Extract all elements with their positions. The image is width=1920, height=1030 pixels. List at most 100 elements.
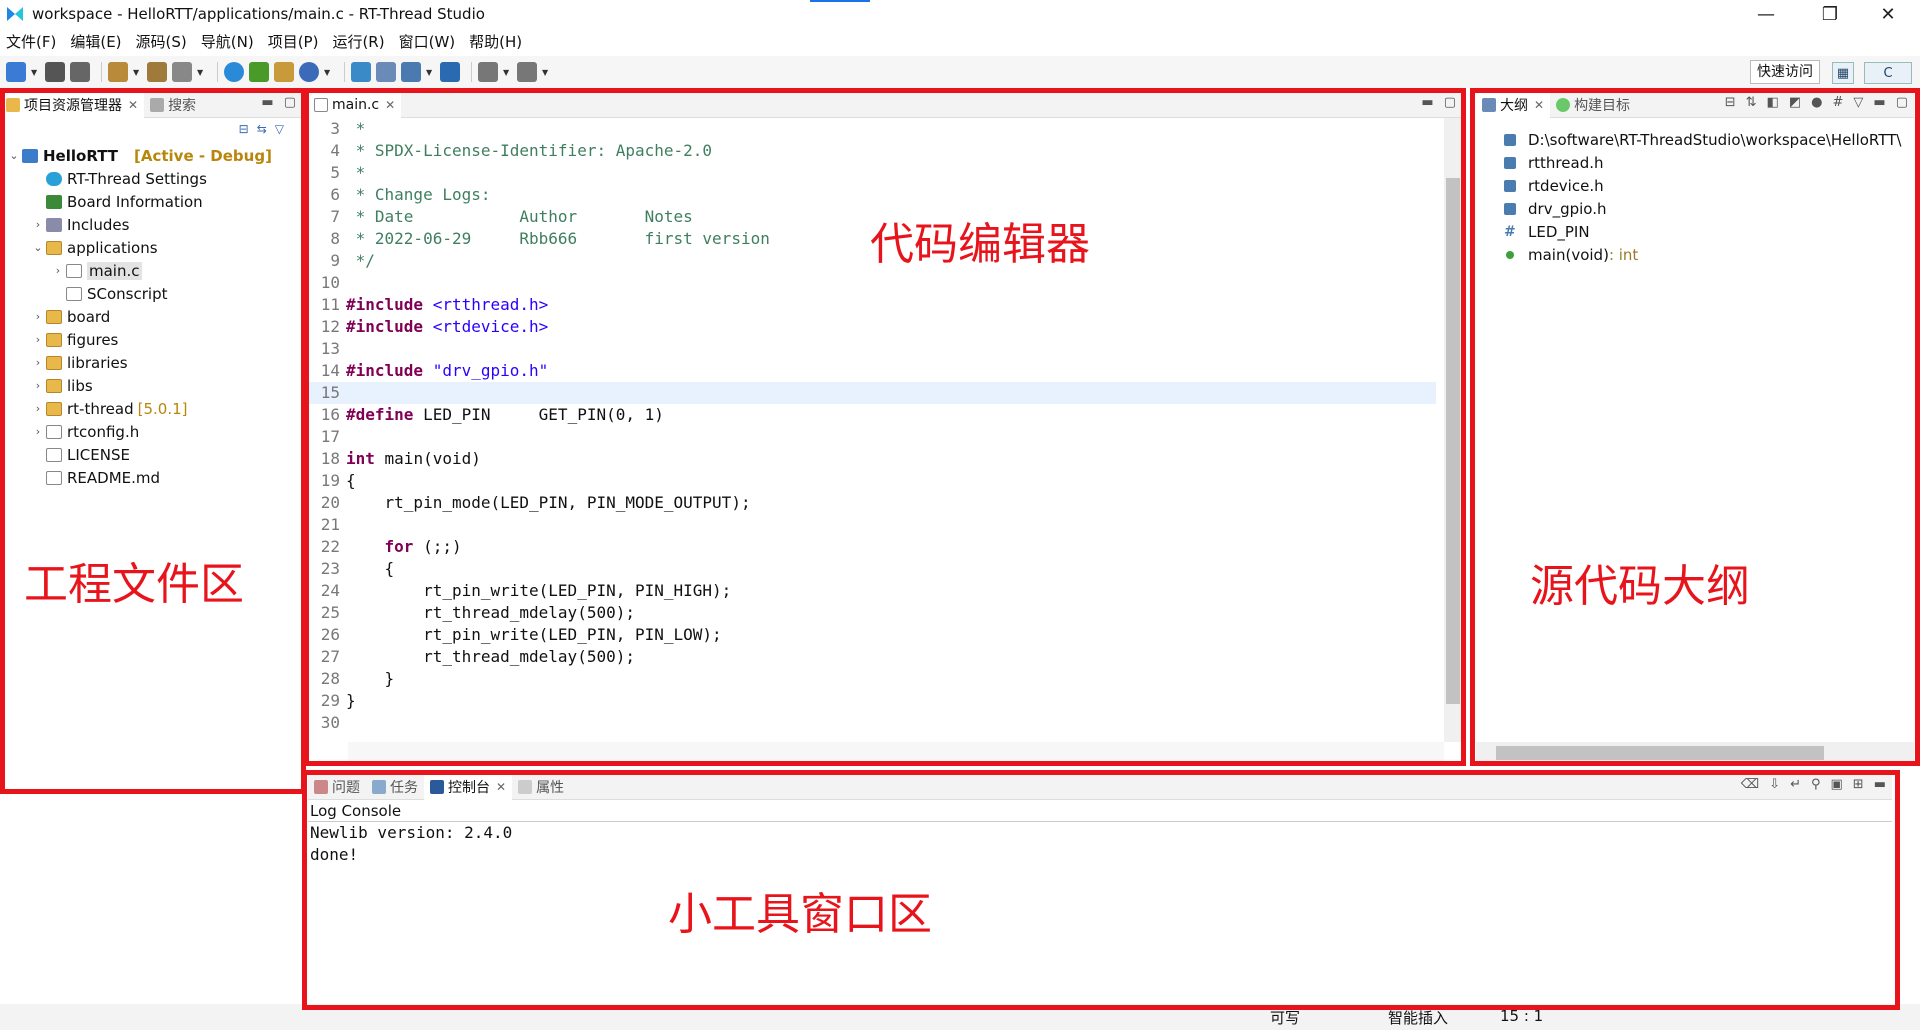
code-line[interactable]: 14 #include "drv_gpio.h" (308, 360, 1436, 382)
tree-item-rtconfig-h[interactable]: › rtconfig.h (0, 420, 302, 443)
code-line[interactable]: 16 #define LED_PIN GET_PIN(0, 1) (308, 404, 1436, 426)
maximize-icon[interactable]: ▢ (1896, 95, 1908, 110)
hide-static-icon[interactable]: ◩ (1789, 95, 1801, 110)
chevron-right-icon[interactable]: › (30, 379, 46, 392)
new-icon[interactable] (6, 62, 26, 82)
search-icon[interactable] (299, 62, 319, 82)
tab-main-c[interactable]: main.c ✕ (308, 91, 402, 118)
tree-item-license[interactable]: LICENSE (0, 443, 302, 466)
code-line[interactable]: 27 rt_thread_mdelay(500); (308, 646, 1436, 668)
clean-icon[interactable] (172, 62, 192, 82)
download-dropdown-icon[interactable]: ▼ (426, 68, 434, 77)
code-line[interactable]: 5 * (308, 162, 1436, 184)
c-perspective-button[interactable]: C (1864, 62, 1912, 84)
close-icon[interactable]: ✕ (1534, 98, 1544, 112)
outline-item-include-path[interactable]: D:\software\RT-ThreadStudio\workspace\He… (1504, 128, 1914, 151)
open-console-icon[interactable]: ⊞ (1853, 777, 1864, 792)
code-line[interactable]: 17 (308, 426, 1436, 448)
code-line[interactable]: 3 * (308, 118, 1436, 140)
search-dropdown-icon[interactable]: ▼ (324, 68, 332, 77)
forward-dropdown-icon[interactable]: ▼ (542, 68, 550, 77)
debug-icon[interactable] (249, 62, 269, 82)
chevron-right-icon[interactable]: › (30, 425, 46, 438)
tab-console[interactable]: 控制台 ✕ (424, 773, 513, 800)
minimize-icon[interactable]: ▬ (1421, 95, 1433, 110)
outline-item-drv-gpio-h[interactable]: drv_gpio.h (1504, 197, 1914, 220)
clear-console-icon[interactable]: ⌫ (1741, 777, 1759, 792)
pin-console-icon[interactable]: ⚲ (1811, 777, 1821, 792)
save-all-icon[interactable] (70, 62, 90, 82)
chevron-down-icon[interactable]: ⌄ (6, 149, 22, 162)
menu-source[interactable]: 源码(S) (136, 31, 187, 52)
code-line[interactable]: 25 rt_thread_mdelay(500); (308, 602, 1436, 624)
tree-item-figures[interactable]: › figures (0, 328, 302, 351)
chevron-right-icon[interactable]: › (30, 310, 46, 323)
tab-problems[interactable]: 问题 (308, 774, 366, 800)
code-line[interactable]: 13 (308, 338, 1436, 360)
tree-item-board-information[interactable]: Board Information (0, 190, 302, 213)
chevron-right-icon[interactable]: › (50, 264, 66, 277)
scroll-thumb[interactable] (1496, 746, 1824, 760)
code-line[interactable]: 11 #include <rtthread.h> (308, 294, 1436, 316)
open-perspective-icon[interactable]: ▦ (1832, 62, 1854, 84)
editor-vertical-scrollbar[interactable] (1444, 118, 1462, 742)
menu-help[interactable]: 帮助(H) (469, 31, 522, 52)
tree-item-libraries[interactable]: › libraries (0, 351, 302, 374)
code-line[interactable]: 29} (308, 690, 1436, 712)
tab-project-explorer[interactable]: 项目资源管理器 ✕ (0, 91, 145, 118)
close-button[interactable]: ✕ (1860, 0, 1916, 28)
menu-edit[interactable]: 编辑(E) (70, 31, 121, 52)
build-icon[interactable] (108, 62, 128, 82)
tree-item-project[interactable]: ⌄ HelloRTT [Active - Debug] (0, 144, 302, 167)
sort-icon[interactable]: ⇅ (1746, 95, 1757, 110)
minimize-icon[interactable]: ▬ (1873, 95, 1885, 110)
close-icon[interactable]: ✕ (128, 98, 138, 112)
menu-project[interactable]: 项目(P) (268, 31, 319, 52)
maximize-button[interactable]: ❐ (1802, 0, 1858, 28)
sdk-manager-icon[interactable] (376, 62, 396, 82)
tab-build-targets[interactable]: 构建目标 (1550, 92, 1636, 118)
minimize-icon[interactable]: ▬ (1874, 777, 1886, 792)
tree-item-libs[interactable]: › libs (0, 374, 302, 397)
outline-item-rtdevice-h[interactable]: rtdevice.h (1504, 174, 1914, 197)
chevron-right-icon[interactable]: › (30, 218, 46, 231)
menu-file[interactable]: 文件(F) (6, 31, 56, 52)
view-menu-icon[interactable]: ▽ (1853, 95, 1863, 110)
code-line[interactable]: 15 (308, 382, 1436, 404)
tree-item-main-c[interactable]: › main.c (0, 259, 302, 282)
display-console-icon[interactable]: ▣ (1831, 777, 1843, 792)
back-arrow-icon[interactable] (478, 62, 498, 82)
code-line[interactable]: 6 * Change Logs: (308, 184, 1436, 206)
minimize-button[interactable]: — (1738, 0, 1794, 28)
chevron-right-icon[interactable]: › (30, 402, 46, 415)
hash-icon[interactable]: # (1833, 95, 1844, 110)
tab-properties[interactable]: 属性 (512, 774, 570, 800)
chevron-down-icon[interactable]: ⌄ (30, 241, 46, 254)
open-folder-icon[interactable] (274, 62, 294, 82)
forward-arrow-icon[interactable] (517, 62, 537, 82)
code-line[interactable]: 28 } (308, 668, 1436, 690)
code-line[interactable]: 19 { (308, 470, 1436, 492)
code-line[interactable]: 20 rt_pin_mode(LED_PIN, PIN_MODE_OUTPUT)… (308, 492, 1436, 514)
download-icon[interactable] (401, 62, 421, 82)
menu-navigate[interactable]: 导航(N) (201, 31, 254, 52)
menu-run[interactable]: 运行(R) (332, 31, 384, 52)
rebuild-icon[interactable] (147, 62, 167, 82)
tree-item-board[interactable]: › board (0, 305, 302, 328)
scroll-lock-icon[interactable]: ⇩ (1769, 777, 1780, 792)
tree-item-applications[interactable]: ⌄ applications (0, 236, 302, 259)
code-line[interactable]: 21 (308, 514, 1436, 536)
code-line[interactable]: 18 int main(void) (308, 448, 1436, 470)
tab-tasks[interactable]: 任务 (366, 774, 424, 800)
settings-icon[interactable] (224, 62, 244, 82)
maximize-icon[interactable]: ▢ (1444, 95, 1456, 110)
tree-item-rt-thread[interactable]: › rt-thread [5.0.1] (0, 397, 302, 420)
maximize-icon[interactable]: ▢ (284, 95, 296, 110)
outline-horizontal-scrollbar[interactable] (1476, 742, 1914, 764)
outline-item-main[interactable]: main(void) : int (1504, 243, 1914, 266)
code-line[interactable]: 26 rt_pin_write(LED_PIN, PIN_LOW); (308, 624, 1436, 646)
tree-item-readme[interactable]: README.md (0, 466, 302, 489)
menu-window[interactable]: 窗口(W) (399, 31, 456, 52)
code-line[interactable]: 24 rt_pin_write(LED_PIN, PIN_HIGH); (308, 580, 1436, 602)
scroll-thumb[interactable] (1446, 178, 1460, 704)
